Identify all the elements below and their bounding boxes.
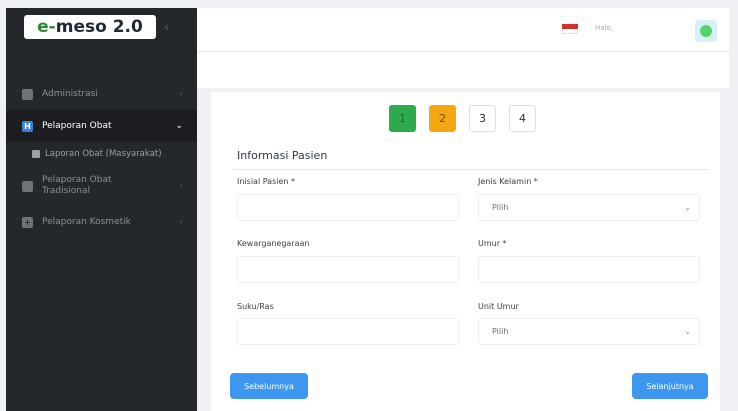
header-band bbox=[197, 52, 729, 88]
document-icon bbox=[32, 150, 40, 158]
sidebar-item-pelaporan-kosmetik[interactable]: + Pelaporan Kosmetik › bbox=[6, 206, 197, 238]
unit-umur-label: Unit Umur bbox=[478, 302, 519, 311]
indonesia-flag-icon[interactable] bbox=[562, 24, 578, 34]
logo-area: e-meso 2.0 ‹ bbox=[6, 8, 197, 46]
next-button[interactable]: Selanjutnya bbox=[632, 373, 708, 399]
step-3[interactable]: 3 bbox=[469, 105, 496, 132]
chevron-right-icon: › bbox=[179, 217, 183, 227]
topbar: Halo, bbox=[197, 8, 729, 52]
kewarganegaraan-label: Kewarganegaraan bbox=[237, 239, 310, 248]
sidebar-subitem-label: Laporan Obat (Masyarakat) bbox=[45, 149, 162, 159]
sidebar-item-label: Pelaporan Obat Tradisional bbox=[42, 175, 112, 196]
logo-text: e-meso 2.0 bbox=[37, 17, 143, 37]
unit-umur-select[interactable]: Pilih ⌄ bbox=[478, 318, 700, 345]
step-1[interactable]: 1 bbox=[389, 105, 416, 132]
sidebar-menu: Administrasi › H Pelaporan Obat ⌄ Lapora… bbox=[6, 78, 197, 238]
plus-box-icon: + bbox=[22, 216, 33, 228]
unit-umur-value: Pilih bbox=[492, 327, 509, 336]
chevron-down-icon: ⌄ bbox=[684, 327, 691, 336]
suku-ras-input[interactable] bbox=[237, 318, 459, 345]
chevron-left-icon[interactable]: ‹ bbox=[164, 20, 169, 35]
sidebar-item-pelaporan-obat-tradisional[interactable]: Pelaporan Obat Tradisional › bbox=[6, 166, 197, 206]
sidebar-item-pelaporan-obat[interactable]: H Pelaporan Obat ⌄ bbox=[6, 110, 197, 142]
sidebar-item-label: Pelaporan Kosmetik bbox=[42, 217, 131, 227]
step-4[interactable]: 4 bbox=[509, 105, 536, 132]
avatar-dot bbox=[700, 25, 712, 37]
sidebar-item-label: Administrasi bbox=[42, 89, 98, 99]
umur-label: Umur * bbox=[478, 239, 507, 248]
inisial-pasien-input[interactable] bbox=[237, 194, 459, 221]
section-title: Informasi Pasien bbox=[237, 149, 328, 162]
sidebar: e-meso 2.0 ‹ Administrasi › H Pelaporan … bbox=[6, 8, 197, 411]
stepper: 1 2 3 4 bbox=[389, 105, 536, 132]
avatar[interactable] bbox=[695, 20, 717, 42]
suku-ras-label: Suku/Ras bbox=[237, 302, 274, 311]
chevron-down-icon: ⌄ bbox=[684, 203, 691, 212]
sidebar-subitem-laporan-obat-masyarakat[interactable]: Laporan Obat (Masyarakat) bbox=[6, 142, 197, 166]
greeting-text: Halo, bbox=[595, 24, 614, 32]
folder-icon bbox=[22, 88, 33, 100]
inisial-pasien-label: Inisial Pasien * bbox=[237, 177, 296, 186]
kewarganegaraan-input[interactable] bbox=[237, 256, 459, 283]
previous-button[interactable]: Sebelumnya bbox=[230, 373, 308, 399]
step-2[interactable]: 2 bbox=[429, 105, 456, 132]
form-card: 1 2 3 4 Informasi Pasien Inisial Pasien … bbox=[211, 92, 720, 411]
section-divider bbox=[233, 169, 709, 170]
jenis-kelamin-select[interactable]: Pilih ⌄ bbox=[478, 194, 700, 221]
jenis-kelamin-label: Jenis Kelamin * bbox=[478, 177, 538, 186]
sidebar-item-label: Pelaporan Obat bbox=[42, 121, 112, 131]
chevron-right-icon: › bbox=[179, 89, 183, 99]
sidebar-item-administrasi[interactable]: Administrasi › bbox=[6, 78, 197, 110]
umur-input[interactable] bbox=[478, 256, 700, 283]
jenis-kelamin-value: Pilih bbox=[492, 203, 509, 212]
briefcase-icon bbox=[22, 180, 33, 192]
h-box-icon: H bbox=[22, 120, 33, 132]
chevron-right-icon: › bbox=[179, 180, 183, 191]
app-logo[interactable]: e-meso 2.0 bbox=[24, 15, 156, 39]
chevron-down-icon: ⌄ bbox=[175, 121, 183, 131]
